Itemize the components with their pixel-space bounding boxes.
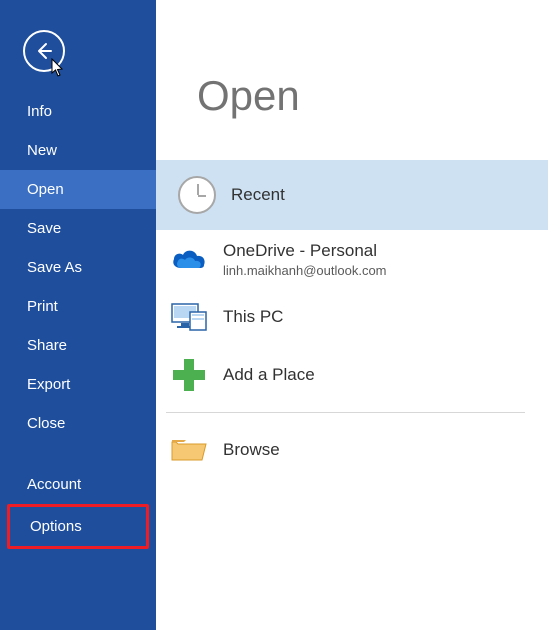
open-item-label: Browse <box>223 440 280 460</box>
page-title: Open <box>156 0 553 160</box>
sidebar-item-share[interactable]: Share <box>0 326 156 365</box>
open-item-sublabel: linh.maikhanh@outlook.com <box>223 263 387 278</box>
back-button-wrap <box>0 0 156 92</box>
recent-icon-wrap <box>171 176 223 214</box>
sidebar-label: Info <box>27 103 52 120</box>
open-item-label: OneDrive - Personal <box>223 241 387 261</box>
sidebar-item-save-as[interactable]: Save As <box>0 248 156 287</box>
add-place-plus-icon <box>173 359 205 391</box>
sidebar-item-open[interactable]: Open <box>0 170 156 209</box>
sidebar-label: New <box>27 142 57 159</box>
this-pc-icon <box>170 302 208 332</box>
sidebar-label: Close <box>27 415 65 432</box>
cloud-icon-wrap <box>163 246 215 272</box>
open-item-onedrive[interactable]: OneDrive - Personal linh.maikhanh@outloo… <box>156 230 553 288</box>
pc-icon-wrap <box>163 302 215 332</box>
folder-icon-wrap <box>163 436 215 464</box>
sidebar-item-options[interactable]: Options <box>10 507 146 546</box>
open-item-thispc[interactable]: This PC <box>156 288 553 346</box>
recent-icon <box>178 176 216 214</box>
sidebar-item-save[interactable]: Save <box>0 209 156 248</box>
sidebar-item-print[interactable]: Print <box>0 287 156 326</box>
back-button[interactable] <box>23 30 65 72</box>
sidebar-label: Options <box>30 518 82 535</box>
sidebar-item-new[interactable]: New <box>0 131 156 170</box>
open-item-label: Recent <box>231 185 285 205</box>
backstage-sidebar: Info New Open Save Save As Print Share E… <box>0 0 156 630</box>
sidebar-label: Save <box>27 220 61 237</box>
sidebar-item-close[interactable]: Close <box>0 404 156 443</box>
open-places-list: Recent OneDrive - Personal linh.maikhanh… <box>156 160 553 479</box>
main-panel: Open Recent <box>156 0 553 630</box>
sidebar-label: Export <box>27 376 70 393</box>
open-item-label: This PC <box>223 307 283 327</box>
sidebar-item-export[interactable]: Export <box>0 365 156 404</box>
sidebar-item-account[interactable]: Account <box>0 465 156 504</box>
sidebar-item-info[interactable]: Info <box>0 92 156 131</box>
sidebar-gap <box>0 443 156 465</box>
open-item-recent[interactable]: Recent <box>156 160 548 230</box>
sidebar-label: Print <box>27 298 58 315</box>
sidebar-label: Account <box>27 476 81 493</box>
open-item-addplace[interactable]: Add a Place <box>156 346 553 404</box>
browse-folder-icon <box>170 436 208 464</box>
open-item-browse[interactable]: Browse <box>156 421 553 479</box>
highlight-options: Options <box>7 504 149 549</box>
sidebar-label: Share <box>27 337 67 354</box>
plus-icon-wrap <box>163 359 215 391</box>
sidebar-label: Save As <box>27 259 82 276</box>
divider <box>166 412 525 413</box>
onedrive-cloud-icon <box>169 246 209 272</box>
back-arrow-icon <box>34 41 54 61</box>
open-item-label: Add a Place <box>223 365 315 385</box>
sidebar-label: Open <box>27 181 64 198</box>
